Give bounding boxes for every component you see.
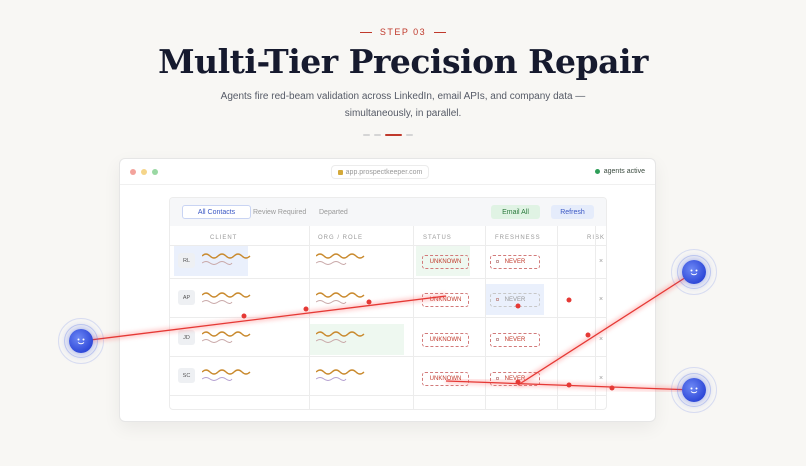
agent-orb-right-bottom[interactable] [671, 367, 717, 413]
agent-face-icon [77, 338, 85, 345]
beam-hit-dot [585, 332, 591, 338]
beam-right-top [516, 269, 696, 388]
agent-face-icon [690, 387, 698, 394]
agent-face-icon [690, 269, 698, 276]
agent-orb-right-top[interactable] [671, 249, 717, 295]
beam-hit-dot [515, 303, 521, 309]
beam-hit-dot [241, 313, 247, 319]
beam-hit-dot [515, 379, 521, 385]
beam-left [81, 293, 447, 344]
beam-hit-dot [366, 299, 372, 305]
beam-hit-dot [566, 297, 572, 303]
beam-hit-dot [566, 382, 572, 388]
beam-hit-dot [303, 306, 309, 312]
beam-hit-dot [609, 385, 615, 391]
agent-orb-left[interactable] [58, 318, 104, 364]
